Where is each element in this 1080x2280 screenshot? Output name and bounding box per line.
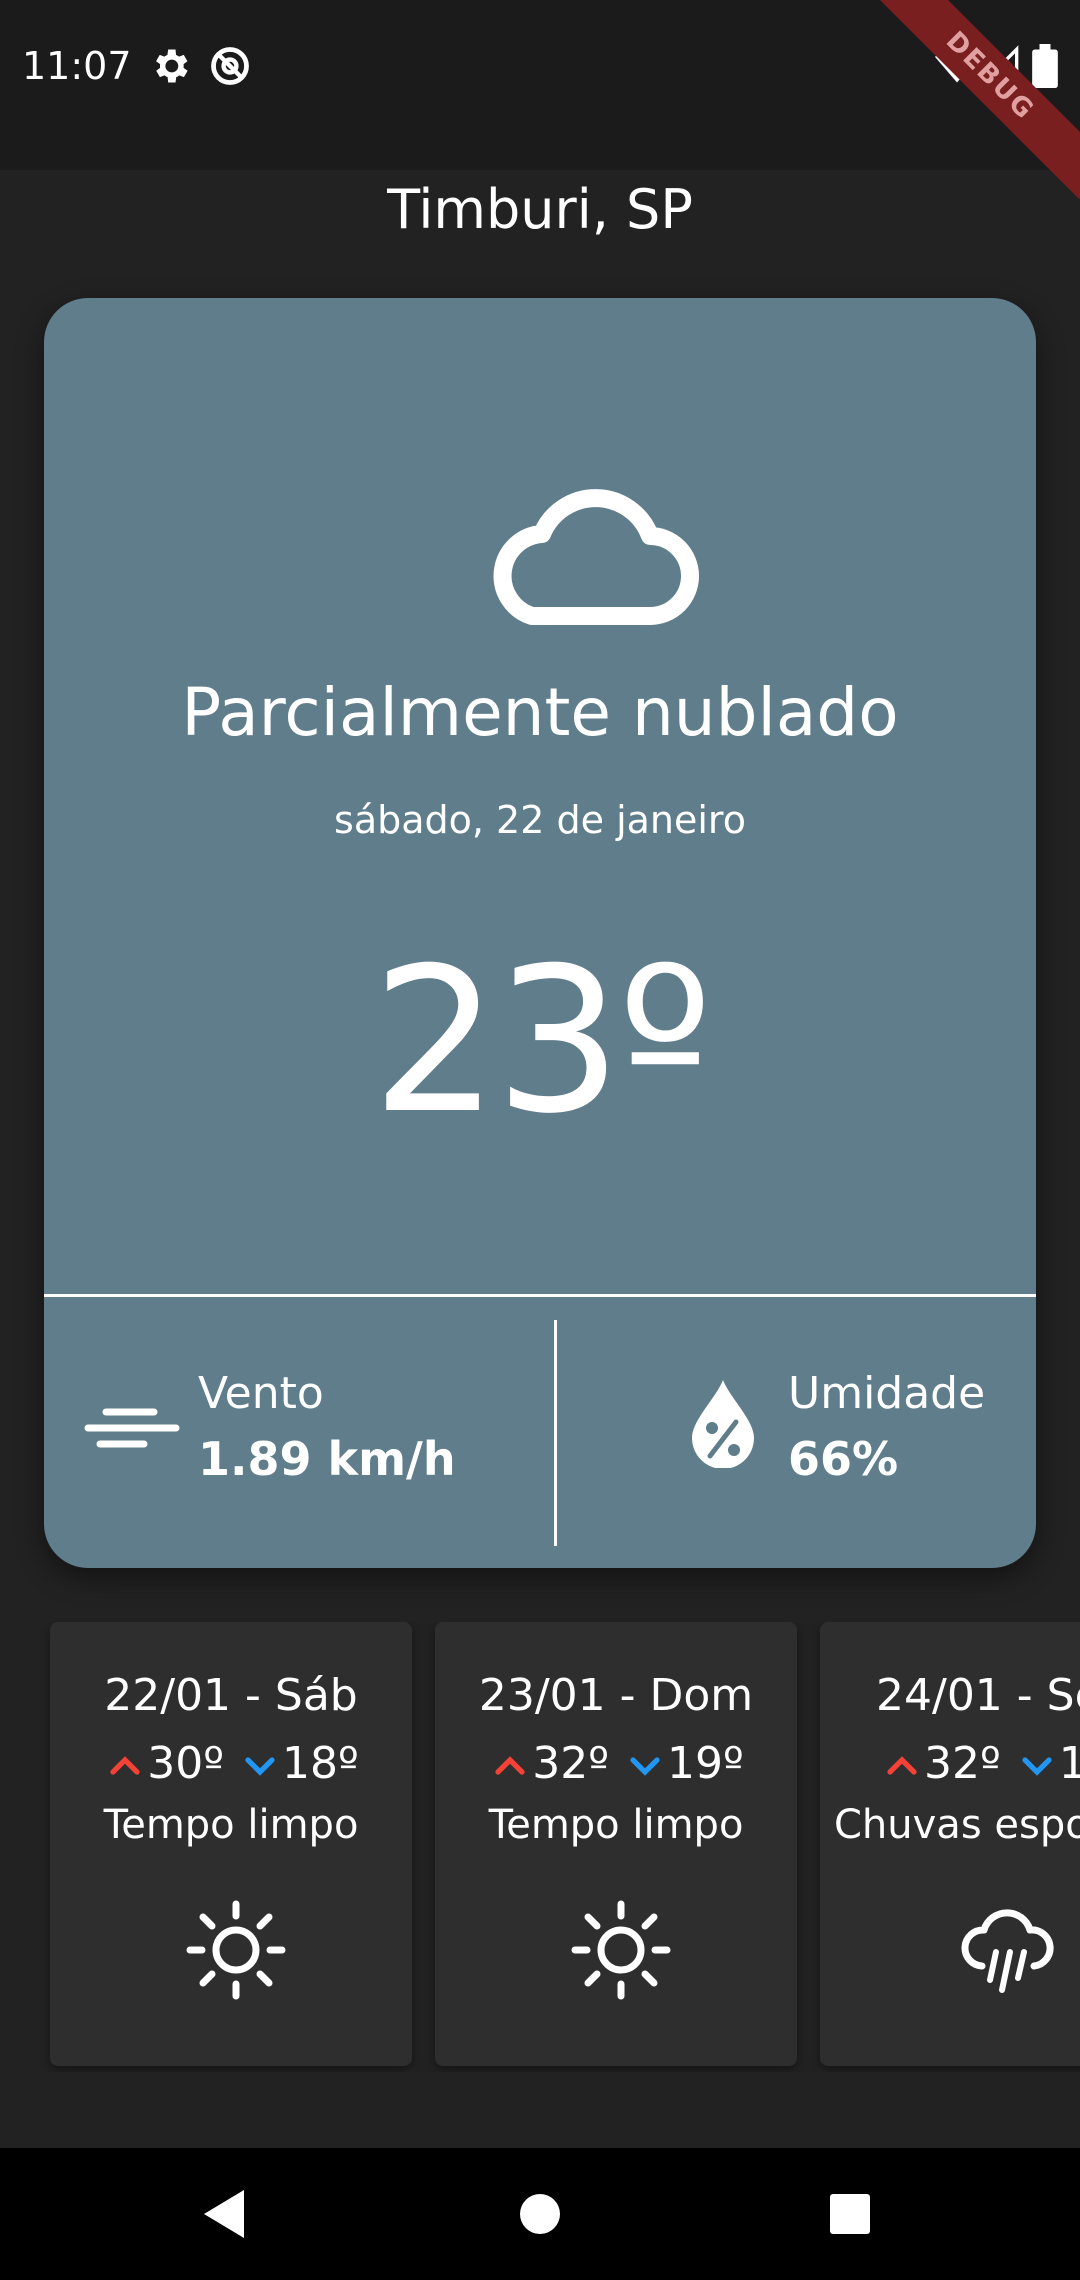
forecast-min: 19º: [667, 1738, 744, 1789]
forecast-day-title: 24/01 - Se: [876, 1670, 1080, 1721]
gear-icon: [156, 49, 188, 83]
forecast-temps: 30º 18º: [50, 1738, 412, 1789]
humidity-value: 66%: [788, 1432, 899, 1486]
arrow-up-icon: [495, 1756, 525, 1775]
arrow-up-icon: [887, 1756, 917, 1775]
humidity-drop-icon: [692, 1380, 754, 1468]
arrow-down-icon: [1022, 1757, 1052, 1776]
wind-label: Vento: [198, 1368, 324, 1419]
wind-value: 1.89 km/h: [198, 1432, 456, 1486]
current-weather-card: Parcialmente nublado sábado, 22 de janei…: [44, 298, 1036, 1568]
forecast-card[interactable]: 24/01 - Se 32º 1 Chuvas espo: [820, 1622, 1080, 2066]
debug-banner: DEBUG: [866, 0, 1080, 200]
cloud-icon: [493, 489, 699, 625]
forecast-description: Tempo limpo: [488, 1802, 744, 1848]
forecast-temps: 32º 19º: [435, 1738, 797, 1789]
status-bar: 11:07 DEBUG: [0, 0, 1080, 200]
home-circle-icon[interactable]: [508, 2182, 572, 2246]
forecast-temps: 32º 1: [880, 1738, 1080, 1789]
navigation-bar: [0, 2148, 1080, 2280]
forecast-min: 1: [1058, 1738, 1080, 1789]
card-divider: [44, 1294, 1036, 1297]
status-time: 11:07: [22, 44, 132, 88]
rain-cloud-icon: [961, 1909, 1054, 1993]
forecast-list[interactable]: 22/01 - Sáb 30º 18º Tempo limpo 23/01 - …: [0, 1622, 1080, 2072]
humidity-label: Umidade: [788, 1368, 986, 1419]
card-vertical-divider: [554, 1320, 557, 1546]
forecast-card[interactable]: 22/01 - Sáb 30º 18º Tempo limpo: [50, 1622, 412, 2066]
forecast-description: Chuvas espo: [834, 1802, 1080, 1848]
arrow-up-icon: [110, 1756, 140, 1775]
sun-icon: [571, 1900, 671, 2000]
recents-square-icon[interactable]: [818, 2182, 882, 2246]
arrow-down-icon: [245, 1757, 275, 1776]
forecast-max: 32º: [924, 1738, 1001, 1789]
weather-condition: Parcialmente nublado: [181, 674, 899, 751]
current-temperature: 23º: [371, 925, 713, 1158]
forecast-min: 18º: [282, 1738, 359, 1789]
location-title: Timburi, SP: [387, 178, 693, 241]
forecast-card[interactable]: 23/01 - Dom 32º 19º Tempo limpo: [435, 1622, 797, 2066]
at-sign-icon: [211, 47, 249, 85]
arrow-down-icon: [630, 1757, 660, 1776]
current-date: sábado, 22 de janeiro: [334, 798, 746, 842]
battery-icon: [1032, 44, 1058, 88]
sun-icon: [186, 1900, 286, 2000]
forecast-max: 32º: [532, 1738, 609, 1789]
wind-icon: [84, 1408, 180, 1448]
forecast-max: 30º: [147, 1738, 224, 1789]
forecast-day-title: 23/01 - Dom: [478, 1670, 754, 1721]
forecast-day-title: 22/01 - Sáb: [104, 1670, 358, 1721]
forecast-description: Tempo limpo: [103, 1802, 359, 1848]
back-triangle-icon[interactable]: [192, 2182, 256, 2246]
